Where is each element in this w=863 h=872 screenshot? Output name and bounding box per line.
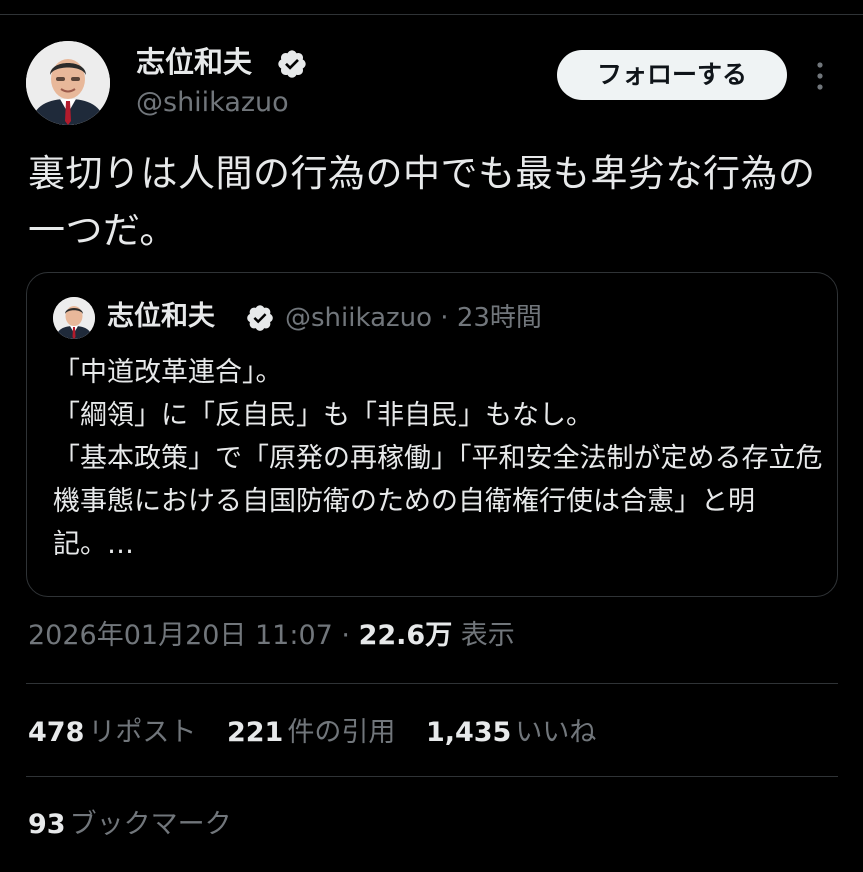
- reposts-count: 478: [28, 717, 85, 748]
- engagement-stats: 478 リポスト 221 件の引用 1,435 いいね: [28, 714, 618, 752]
- author-avatar[interactable]: [26, 41, 110, 125]
- reposts-stat[interactable]: 478 リポスト: [28, 714, 196, 752]
- top-divider: [0, 14, 863, 15]
- quotes-label: 件の引用: [287, 717, 396, 748]
- quote-tweet-card[interactable]: 志位和夫 @shiikazuo · 23時間 「中道改革連合」。 「綱領」に「反…: [26, 272, 838, 597]
- timestamp-row: 2026年01月20日 11:07 · 22.6万 表示: [28, 618, 515, 654]
- quote-text: 「中道改革連合」。 「綱領」に「反自民」も「非自民」もなし。 「基本政策」で「原…: [53, 357, 823, 560]
- bookmarks-count: 93: [28, 809, 66, 840]
- divider: [26, 683, 838, 684]
- tweet-datetime[interactable]: 2026年01月20日 11:07: [28, 620, 333, 651]
- author-handle[interactable]: @shiikazuo: [136, 86, 289, 120]
- avatar-portrait-icon: [53, 297, 95, 339]
- author-display-name[interactable]: 志位和夫: [136, 44, 252, 80]
- likes-stat[interactable]: 1,435 いいね: [426, 714, 596, 752]
- verified-badge-icon: [278, 50, 306, 78]
- likes-label: いいね: [515, 717, 597, 748]
- tweet-text: 裏切りは人間の行為の中でも最も卑劣な行為の一つだ。: [28, 152, 816, 252]
- timestamp-separator: ·: [332, 620, 359, 651]
- quote-author-avatar[interactable]: [53, 297, 95, 339]
- more-vertical-icon[interactable]: [808, 56, 832, 96]
- views-count: 22.6万: [358, 620, 453, 651]
- avatar-portrait-icon: [26, 41, 110, 125]
- quotes-stat[interactable]: 221 件の引用: [227, 714, 395, 752]
- quotes-count: 221: [226, 717, 284, 748]
- quote-author-name: 志位和夫: [107, 301, 215, 332]
- quote-handle-time: @shiikazuo · 23時間: [285, 303, 542, 333]
- likes-count: 1,435: [425, 717, 512, 748]
- divider: [26, 776, 838, 777]
- follow-button[interactable]: フォローする: [557, 50, 787, 100]
- bookmarks-label: ブックマーク: [69, 809, 232, 840]
- views-label: 表示: [460, 620, 515, 651]
- reposts-label: リポスト: [88, 717, 197, 748]
- bookmarks-stat[interactable]: 93 ブックマーク: [28, 806, 232, 844]
- verified-badge-icon: [247, 305, 273, 331]
